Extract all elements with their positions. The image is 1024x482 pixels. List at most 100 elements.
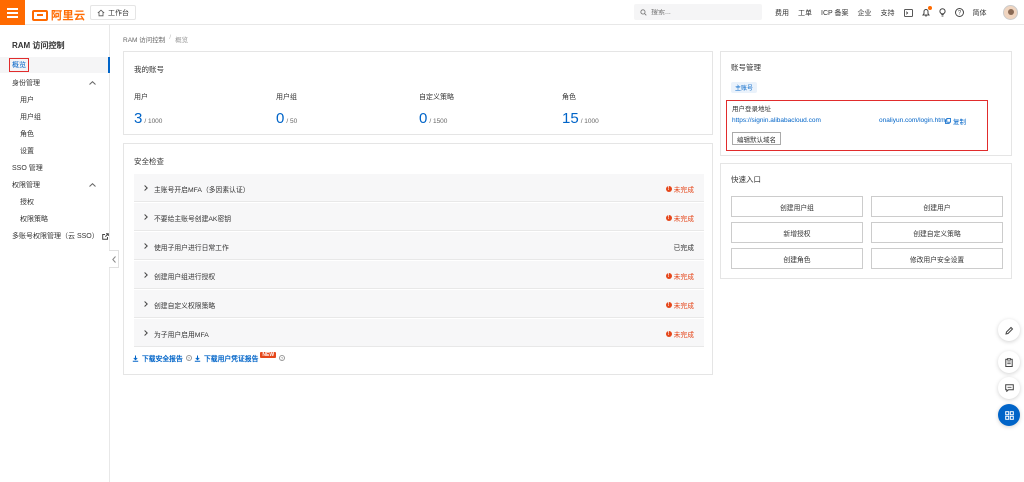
stat-limit: / 1000: [580, 118, 599, 125]
sidebar-item-policies[interactable]: 权限策略: [0, 211, 110, 227]
breadcrumb-current: 概览: [175, 37, 189, 44]
breadcrumb-ram[interactable]: RAM 访问控制: [123, 34, 165, 44]
new-badge: NEW: [260, 352, 277, 358]
sidebar-item-sso[interactable]: SSO 管理: [0, 160, 110, 176]
language-switch[interactable]: 简体: [973, 8, 987, 18]
edit-float-button[interactable]: [998, 319, 1020, 341]
notification-dot: [927, 6, 932, 10]
stat-value[interactable]: 0: [419, 110, 427, 127]
bell-icon[interactable]: [921, 6, 932, 17]
create-custom-policy-button[interactable]: 创建自定义策略: [871, 222, 1003, 243]
nav-icp[interactable]: ICP 备案: [821, 8, 849, 18]
home-icon: [97, 9, 105, 16]
sidebar-collapse-button[interactable]: [109, 250, 119, 268]
clipboard-icon: [1005, 357, 1013, 367]
sidebar-item-cloud-sso[interactable]: 多账号权限管理（云 SSO）: [0, 228, 110, 244]
check-text: 不要给主账号创建AK密钥: [154, 216, 232, 223]
copy-button[interactable]: 复制: [945, 116, 966, 126]
chevron-up-icon: [89, 81, 96, 85]
status-text: 未完成: [673, 216, 694, 223]
quick-entry-card: 快速入口 创建用户组 创建用户 新增授权 创建自定义策略 创建角色 修改用户安全…: [720, 163, 1012, 279]
create-role-button[interactable]: 创建角色: [731, 248, 863, 269]
nav-tickets[interactable]: 工单: [798, 8, 812, 18]
chevron-right-icon: [144, 272, 148, 278]
sidebar-item-roles[interactable]: 角色: [0, 126, 110, 142]
aliyun-logo-mark: [32, 9, 48, 21]
add-grant-button[interactable]: 新增授权: [731, 222, 863, 243]
sidebar-item-label: 授权: [20, 199, 34, 206]
quick-entry-title: 快速入口: [731, 175, 761, 184]
pencil-icon: [1004, 326, 1013, 335]
check-row[interactable]: 创建用户组进行授权 ! 未完成: [134, 261, 704, 289]
sidebar-group-permissions[interactable]: 权限管理: [0, 177, 110, 193]
check-row[interactable]: 主账号开启MFA（多因素认证） ! 未完成: [134, 174, 704, 202]
sidebar-item-label: 角色: [20, 131, 34, 138]
check-row[interactable]: 使用子用户进行日常工作 已完成: [134, 232, 704, 260]
grid-icon: [1004, 410, 1014, 420]
status-text: 未完成: [673, 332, 694, 339]
sidebar-item-settings[interactable]: 设置: [0, 143, 110, 159]
create-user-group-button[interactable]: 创建用户组: [731, 196, 863, 217]
stat-value[interactable]: 3: [134, 110, 142, 127]
check-status: ! 未完成: [665, 213, 694, 223]
status-text: 未完成: [673, 274, 694, 281]
login-url-part1[interactable]: https://signin.alibabacloud.com: [732, 117, 821, 124]
sidebar-item-label: 身份管理: [12, 80, 40, 87]
my-account-title: 我的账号: [134, 65, 164, 74]
download-credential-report-label: 下载用户凭证报告: [204, 356, 259, 363]
help-icon[interactable]: ?: [279, 355, 286, 361]
workbench-button[interactable]: 工作台: [90, 5, 136, 20]
login-url-part2[interactable]: onaliyun.com/login.htm: [879, 117, 945, 124]
login-address-box: 用户登录地址 https://signin.alibabacloud.com o…: [726, 100, 988, 151]
status-text: 未完成: [673, 187, 694, 194]
sidebar-item-label: 概览: [9, 58, 29, 72]
search-icon: [640, 8, 647, 16]
check-status: 已完成: [674, 242, 694, 252]
account-mgmt-card: 账号管理 主账号 用户登录地址 https://signin.alibabacl…: [720, 51, 1012, 156]
apps-float-button[interactable]: [998, 404, 1020, 426]
my-account-card: 我的账号 用户 3/ 1000 用户组 0/ 50 自定义策略 0/ 1500 …: [123, 51, 713, 135]
sidebar-item-users[interactable]: 用户: [0, 92, 110, 108]
check-text: 创建用户组进行授权: [154, 274, 216, 281]
avatar[interactable]: [1003, 5, 1018, 20]
download-credential-report-link[interactable]: 下载用户凭证报告 NEW ?: [194, 352, 286, 363]
download-security-report-link[interactable]: 下载安全报告 ?: [132, 353, 192, 363]
download-security-report-label: 下载安全报告: [142, 356, 183, 363]
stat-value[interactable]: 15: [562, 110, 579, 127]
check-row[interactable]: 为子用户启用MFA ! 未完成: [134, 319, 704, 347]
sidebar-group-identity[interactable]: 身份管理: [0, 75, 110, 91]
chat-float-button[interactable]: [998, 377, 1020, 399]
help-icon[interactable]: ?: [954, 8, 964, 17]
warning-icon: !: [665, 331, 672, 337]
stat-label: 用户: [134, 94, 148, 101]
edit-default-domain-button[interactable]: 编辑默认域名: [732, 132, 781, 145]
download-icon: [132, 355, 139, 362]
sidebar-item-label: 权限管理: [12, 182, 40, 189]
aliyun-logo[interactable]: 阿里云: [32, 7, 86, 23]
menu-icon[interactable]: [0, 0, 25, 25]
create-user-button[interactable]: 创建用户: [871, 196, 1003, 217]
check-status: ! 未完成: [665, 300, 694, 310]
sidebar-item-grants[interactable]: 授权: [0, 194, 110, 210]
sidebar: RAM 访问控制 概览 身份管理 用户 用户组 角色 设置 SSO 管理 权限管…: [0, 25, 110, 482]
search-box[interactable]: [634, 4, 762, 20]
nav-enterprise[interactable]: 企业: [858, 8, 872, 18]
chevron-right-icon: [144, 243, 148, 249]
login-address-label: 用户登录地址: [732, 106, 771, 113]
breadcrumb: RAM 访问控制 / 概览: [123, 34, 188, 44]
sidebar-item-overview[interactable]: 概览: [0, 57, 110, 73]
nav-support[interactable]: 支持: [881, 8, 895, 18]
nav-fees[interactable]: 费用: [775, 8, 789, 18]
check-row[interactable]: 不要给主账号创建AK密钥 ! 未完成: [134, 203, 704, 231]
terminal-icon[interactable]: [903, 8, 913, 17]
user-security-settings-button[interactable]: 修改用户安全设置: [871, 248, 1003, 269]
search-input[interactable]: [651, 8, 751, 16]
external-link-icon: [101, 232, 109, 240]
check-row[interactable]: 创建自定义权限策略 ! 未完成: [134, 290, 704, 318]
stat-value[interactable]: 0: [276, 110, 284, 127]
sidebar-item-user-groups[interactable]: 用户组: [0, 109, 110, 125]
warning-icon: !: [665, 215, 672, 221]
clipboard-float-button[interactable]: [998, 351, 1020, 373]
help-icon[interactable]: ?: [185, 355, 192, 361]
lightbulb-icon[interactable]: [938, 8, 946, 17]
